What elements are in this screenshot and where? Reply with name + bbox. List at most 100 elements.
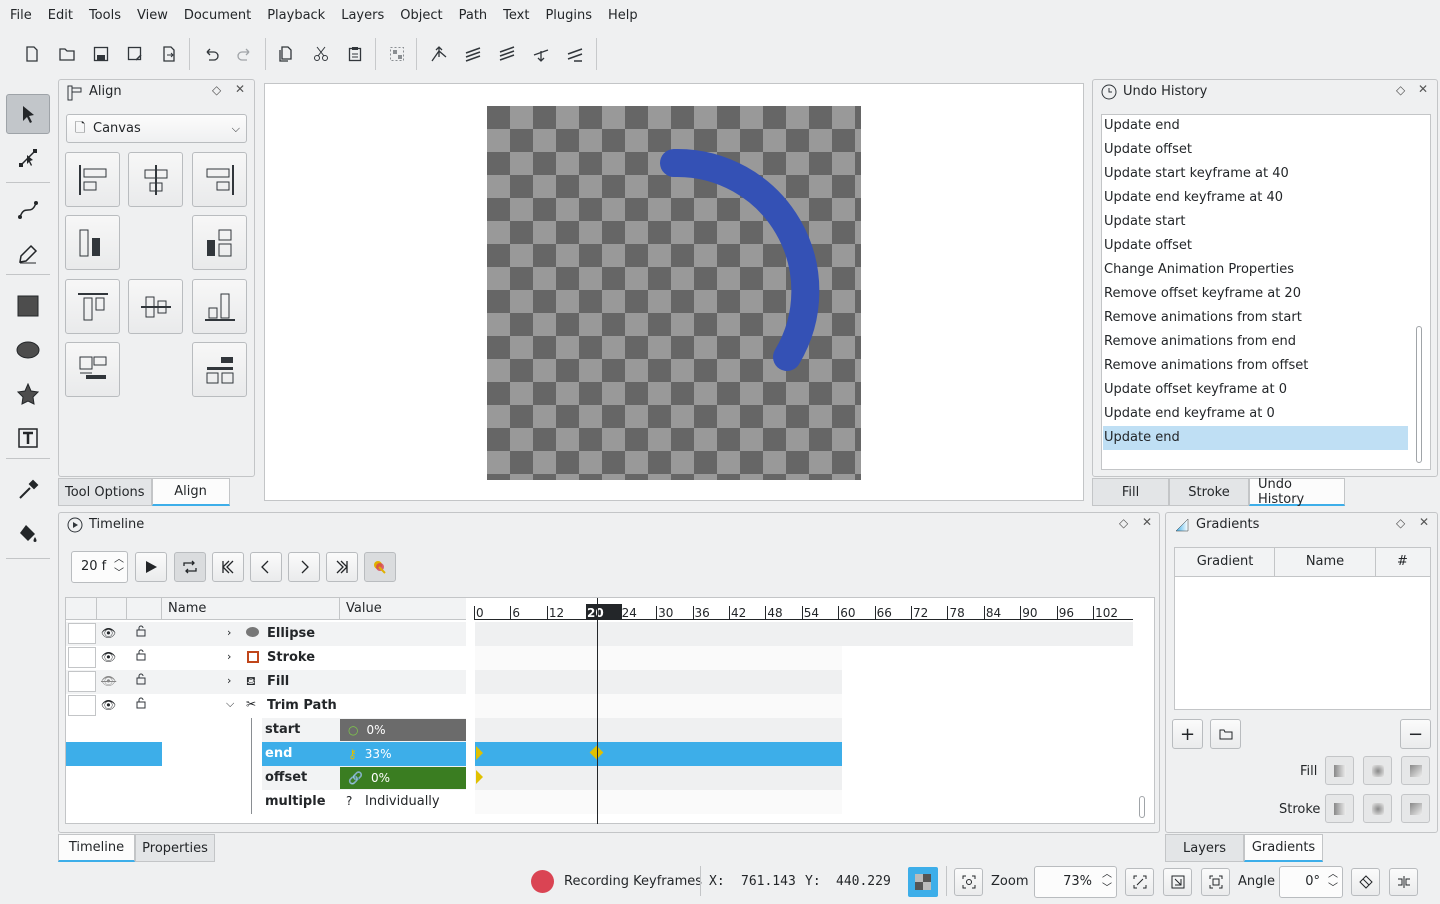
timeline-scrollbar[interactable] [1139, 796, 1145, 818]
menu-file[interactable]: File [2, 8, 40, 23]
fill-linear-gradient-button[interactable] [1325, 756, 1354, 785]
layer-color-box[interactable] [68, 647, 96, 668]
stroke-conical-gradient-button[interactable] [1401, 794, 1430, 823]
tab-timeline[interactable]: Timeline [58, 834, 135, 862]
layer-color-box[interactable] [68, 623, 96, 644]
layer-color-box[interactable] [68, 695, 96, 716]
menu-help[interactable]: Help [600, 8, 646, 23]
layer-row-fill[interactable] [66, 670, 466, 694]
float-panel-icon[interactable]: ◇ [1119, 516, 1128, 530]
eye-icon[interactable]: 👁 [101, 626, 116, 640]
menu-object[interactable]: Object [392, 8, 450, 23]
history-scrollbar[interactable] [1416, 326, 1422, 463]
float-panel-icon[interactable]: ◇ [1396, 516, 1405, 530]
lock-icon[interactable] [135, 673, 147, 689]
bezier-tool[interactable] [6, 190, 50, 230]
flip-view-button[interactable] [1389, 868, 1418, 896]
transparency-toggle-button[interactable] [908, 867, 938, 897]
float-panel-icon[interactable]: ◇ [212, 83, 221, 97]
eye-icon[interactable]: 👁 [101, 650, 116, 664]
stroke-linear-gradient-button[interactable] [1325, 794, 1354, 823]
history-item[interactable]: Update end [1103, 426, 1408, 450]
distribute-right-button[interactable] [192, 215, 247, 270]
zoom-spinbox[interactable]: 73% ︿ ﹀ [1034, 866, 1117, 898]
fill-conical-gradient-button[interactable] [1401, 756, 1430, 785]
zoom-selection-button[interactable] [1163, 868, 1192, 896]
spin-down-icon[interactable]: ﹀ [114, 559, 124, 589]
select-tool[interactable] [6, 94, 50, 134]
menu-edit[interactable]: Edit [40, 8, 81, 23]
copy-icon[interactable] [274, 42, 298, 66]
reset-rotation-button[interactable] [1351, 868, 1380, 896]
history-item[interactable]: Update offset [1103, 138, 1408, 162]
tab-undo-history[interactable]: Undo History [1249, 477, 1345, 507]
distribute-left-button[interactable] [65, 215, 120, 270]
menu-playback[interactable]: Playback [259, 8, 333, 23]
close-panel-icon[interactable]: ✕ [1418, 82, 1428, 96]
end-value-field[interactable]: ⚷ 33% [340, 743, 466, 765]
zoom-fit-button[interactable] [954, 868, 983, 896]
open-gradient-button[interactable] [1210, 719, 1241, 749]
stroke-radial-gradient-button[interactable] [1363, 794, 1392, 823]
menu-path[interactable]: Path [451, 8, 496, 23]
remove-gradient-button[interactable]: − [1400, 719, 1431, 749]
history-item[interactable]: Remove offset keyframe at 20 [1103, 282, 1408, 306]
group-icon[interactable] [385, 42, 409, 66]
history-item[interactable]: Update end [1103, 114, 1408, 138]
expand-chevron-icon[interactable]: › [227, 650, 231, 663]
save-as-icon[interactable] [123, 42, 147, 66]
layer-row-trim-path[interactable] [66, 694, 466, 718]
history-item[interactable]: Update offset keyframe at 0 [1103, 378, 1408, 402]
history-item[interactable]: Update end keyframe at 40 [1103, 186, 1408, 210]
collapse-chevron-icon[interactable]: ⌵ [226, 697, 234, 711]
save-icon[interactable] [89, 42, 113, 66]
align-relative-dropdown[interactable]: 🗋 Canvas ⌵ [66, 114, 247, 143]
text-tool[interactable] [6, 418, 50, 458]
tab-layers[interactable]: Layers [1165, 834, 1244, 862]
tab-stroke[interactable]: Stroke [1169, 478, 1249, 506]
canvas-document[interactable] [487, 106, 861, 480]
history-item[interactable]: Update start keyframe at 40 [1103, 162, 1408, 186]
align-vcenter-button[interactable] [128, 279, 183, 334]
export-icon[interactable] [157, 42, 181, 66]
layer-row-stroke[interactable] [66, 646, 466, 670]
canvas-view[interactable] [264, 83, 1084, 501]
flip-icon[interactable] [563, 42, 587, 66]
record-keyframes-button[interactable] [364, 552, 396, 582]
menu-tools[interactable]: Tools [81, 8, 129, 23]
lock-icon[interactable] [135, 697, 147, 713]
fill-tool[interactable] [6, 514, 50, 554]
expand-chevron-icon[interactable]: › [227, 626, 231, 639]
start-value-field[interactable]: ○ 0% [340, 719, 466, 741]
menu-view[interactable]: View [129, 8, 176, 23]
tab-fill[interactable]: Fill [1092, 478, 1169, 506]
history-item[interactable]: Change Animation Properties [1103, 258, 1408, 282]
eye-hidden-icon[interactable]: 👁 [101, 674, 116, 688]
paste-icon[interactable] [343, 42, 367, 66]
edit-nodes-tool[interactable] [6, 138, 50, 178]
float-panel-icon[interactable]: ◇ [1396, 83, 1405, 97]
menu-document[interactable]: Document [176, 8, 259, 23]
prev-frame-button[interactable] [250, 552, 282, 582]
close-panel-icon[interactable]: ✕ [1142, 515, 1152, 529]
cut-icon[interactable] [309, 42, 333, 66]
distribute-bottom-button[interactable] [192, 342, 247, 397]
align-top-button[interactable] [65, 279, 120, 334]
distribute-top-button[interactable] [65, 342, 120, 397]
history-item[interactable]: Update offset [1103, 234, 1408, 258]
frame-spinbox[interactable]: 20 f ︿ ﹀ [71, 551, 128, 583]
history-item[interactable]: Remove animations from end [1103, 330, 1408, 354]
undo-icon[interactable] [199, 42, 223, 66]
align-hcenter-button[interactable] [128, 152, 183, 207]
close-panel-icon[interactable]: ✕ [1419, 515, 1429, 529]
first-frame-button[interactable] [212, 552, 244, 582]
multiple-value[interactable]: Individually [365, 794, 440, 809]
color-picker-tool[interactable] [6, 470, 50, 510]
rectangle-tool[interactable] [6, 286, 50, 326]
lock-icon[interactable] [135, 649, 147, 665]
align-right-button[interactable] [192, 152, 247, 207]
ellipse-tool[interactable] [6, 330, 50, 370]
new-file-icon[interactable] [20, 42, 44, 66]
offset-value-field[interactable]: 🔗 0% [340, 767, 466, 789]
record-indicator-icon[interactable] [531, 870, 554, 893]
